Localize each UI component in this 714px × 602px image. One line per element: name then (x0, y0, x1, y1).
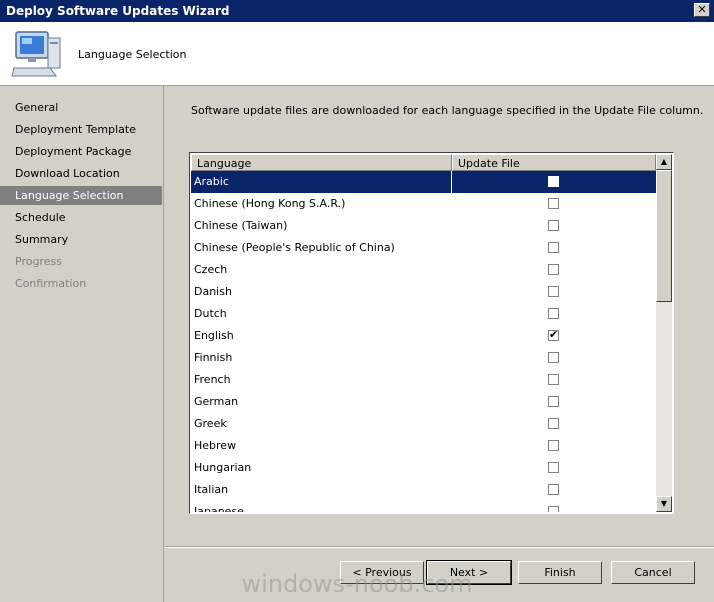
table-row[interactable]: Finnish (191, 347, 656, 369)
update-file-checkbox[interactable] (548, 242, 559, 253)
next-button[interactable]: Next > (426, 560, 512, 585)
table-row[interactable]: Chinese (Hong Kong S.A.R.) (191, 193, 656, 215)
update-file-checkbox[interactable] (548, 352, 559, 363)
update-file-checkbox[interactable] (548, 220, 559, 231)
language-name: French (194, 373, 231, 386)
footer-divider (165, 546, 714, 548)
sidebar-item-schedule[interactable]: Schedule (0, 208, 162, 227)
table-row[interactable]: Danish (191, 281, 656, 303)
sidebar-item-download-location[interactable]: Download Location (0, 164, 162, 183)
sidebar-item-deployment-template[interactable]: Deployment Template (0, 120, 162, 139)
language-name: Hungarian (194, 461, 252, 474)
wizard-header: Language Selection (0, 22, 714, 86)
column-header-language[interactable]: Language (191, 154, 452, 171)
sidebar-item-confirmation: Confirmation (15, 277, 87, 290)
language-name: Finnish (194, 351, 233, 364)
table-row[interactable]: German (191, 391, 656, 413)
table-row[interactable]: Dutch (191, 303, 656, 325)
description-text: Software update files are downloaded for… (191, 104, 704, 117)
language-name: German (194, 395, 239, 408)
wizard-window: Deploy Software Updates Wizard ✕ Languag… (0, 0, 714, 602)
language-name: Hebrew (194, 439, 237, 452)
language-name: Chinese (People's Republic of China) (194, 241, 395, 254)
title-bar: Deploy Software Updates Wizard ✕ (0, 0, 714, 22)
language-name: Chinese (Taiwan) (194, 219, 288, 232)
column-separator (451, 171, 452, 193)
update-file-checkbox[interactable] (548, 374, 559, 385)
table-row[interactable]: Czech (191, 259, 656, 281)
language-name: Greek (194, 417, 227, 430)
scroll-thumb[interactable] (656, 170, 672, 302)
close-button[interactable]: ✕ (694, 3, 710, 17)
table-row[interactable]: Chinese (Taiwan) (191, 215, 656, 237)
table-row[interactable]: Hebrew (191, 435, 656, 457)
update-file-checkbox[interactable] (548, 418, 559, 429)
language-name: Danish (194, 285, 232, 298)
table-row[interactable]: English ✔ (191, 325, 656, 347)
update-file-checkbox[interactable] (548, 264, 559, 275)
scroll-down-arrow-icon[interactable]: ▼ (656, 496, 672, 512)
update-file-checkbox[interactable] (548, 396, 559, 407)
table-row[interactable]: French (191, 369, 656, 391)
language-name: Czech (194, 263, 228, 276)
sidebar-item-general[interactable]: General (0, 98, 162, 117)
update-file-checkbox[interactable] (548, 308, 559, 319)
cancel-button[interactable]: Cancel (611, 561, 695, 584)
sidebar-item-summary[interactable]: Summary (0, 230, 162, 249)
language-list[interactable]: Language Update File Arabic Chinese (Hong… (189, 152, 674, 514)
language-name: Dutch (194, 307, 227, 320)
table-row[interactable]: Italian (191, 479, 656, 501)
language-name: Chinese (Hong Kong S.A.R.) (194, 197, 346, 210)
table-row[interactable]: Arabic (191, 171, 656, 193)
sidebar-item-progress: Progress (15, 255, 62, 268)
table-row[interactable]: Greek (191, 413, 656, 435)
checkmark-icon: ✔ (549, 328, 559, 341)
language-list-body: Language Update File Arabic Chinese (Hong… (191, 154, 656, 512)
wizard-steps-sidebar: General Deployment Template Deployment P… (0, 86, 164, 602)
update-file-checkbox[interactable] (548, 286, 559, 297)
language-name: Arabic (194, 175, 229, 188)
table-row[interactable]: Chinese (People's Republic of China) (191, 237, 656, 259)
language-name: Italian (194, 483, 229, 496)
update-file-checkbox[interactable]: ✔ (548, 328, 559, 341)
computer-icon (10, 30, 64, 80)
update-file-checkbox[interactable] (548, 506, 559, 512)
sidebar-item-language-selection[interactable]: Language Selection (0, 186, 162, 205)
update-file-checkbox[interactable] (548, 484, 559, 495)
table-row[interactable]: Hungarian (191, 457, 656, 479)
column-header-update-file[interactable]: Update File (452, 154, 656, 171)
finish-button[interactable]: Finish (518, 561, 602, 584)
update-file-checkbox[interactable] (548, 440, 559, 451)
sidebar-item-deployment-package[interactable]: Deployment Package (0, 142, 162, 161)
page-heading: Language Selection (78, 48, 187, 61)
table-row[interactable]: Japanese (191, 501, 656, 512)
language-name: English (194, 329, 234, 342)
update-file-checkbox[interactable] (548, 198, 559, 209)
update-file-checkbox[interactable] (548, 462, 559, 473)
vertical-scrollbar[interactable]: ▲ ▼ (656, 154, 672, 512)
window-title: Deploy Software Updates Wizard (6, 4, 230, 18)
update-file-checkbox[interactable] (548, 176, 559, 187)
scroll-up-arrow-icon[interactable]: ▲ (656, 154, 672, 170)
language-name: Japanese (194, 505, 244, 512)
previous-button[interactable]: < Previous (340, 561, 424, 584)
